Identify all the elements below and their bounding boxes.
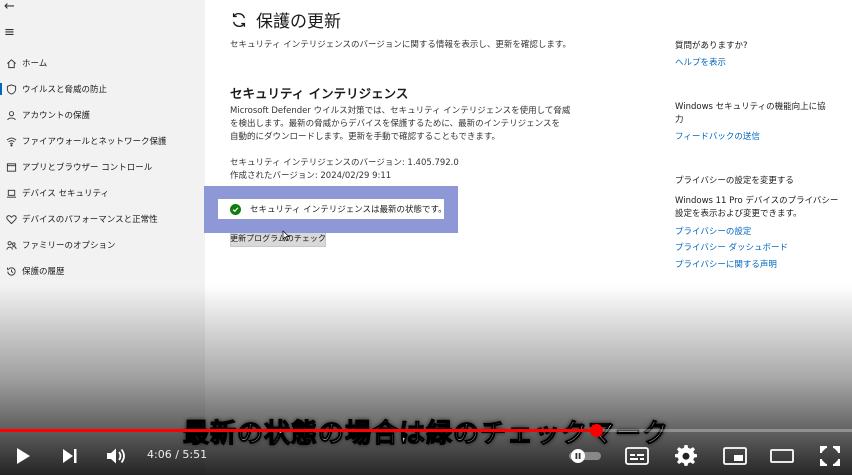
heart-icon xyxy=(0,214,22,225)
privacy-heading: プライバシーの設定を変更する xyxy=(675,176,794,186)
refresh-icon xyxy=(232,12,246,27)
subtitles-icon xyxy=(625,447,649,465)
sidebar-item-label: デバイス セキュリティ xyxy=(22,189,109,199)
improve-heading: 力 xyxy=(675,115,684,125)
miniplayer-button[interactable] xyxy=(722,444,748,468)
description-line: を検出します。最新の脅威からデバイスを保護するために、最新のインテリジェンスを xyxy=(230,119,560,129)
subtitles-button[interactable] xyxy=(624,444,650,468)
section-title: セキュリティ インテリジェンス xyxy=(230,86,409,101)
improve-heading: Windows セキュリティの機能向上に協 xyxy=(675,102,826,112)
privacy-description: Windows 11 Pro デバイスのプライバシー xyxy=(675,196,839,206)
sidebar-item-label: ファイアウォールとネットワーク保護 xyxy=(22,137,167,147)
privacy-statement-link[interactable]: プライバシーに関する声明 xyxy=(675,259,777,272)
question-heading: 質問がありますか? xyxy=(675,41,748,51)
privacy-settings-link[interactable]: プライバシーの設定 xyxy=(675,226,751,239)
menu-button[interactable]: ≡ xyxy=(4,26,15,39)
description-line: 自動的にダウンロードします。更新を手動で確認することもできます。 xyxy=(230,132,500,142)
sidebar-item-family[interactable]: ファミリーのオプション xyxy=(0,234,205,256)
sidebar-item-performance[interactable]: デバイスのパフォーマンスと正常性 xyxy=(0,208,205,230)
progress-bar[interactable] xyxy=(0,424,852,437)
sidebar-item-app-browser[interactable]: アプリとブラウザー コントロール xyxy=(0,156,205,178)
laptop-icon xyxy=(0,188,22,199)
sidebar-item-label: ファミリーのオプション xyxy=(22,241,116,251)
sidebar-item-label: ホーム xyxy=(22,59,48,69)
autoplay-toggle-icon xyxy=(569,449,601,463)
progress-played xyxy=(0,429,597,432)
privacy-description: 設定を表示および変更できます。 xyxy=(675,209,802,219)
help-link[interactable]: ヘルプを表示 xyxy=(675,57,726,70)
history-icon xyxy=(0,266,22,277)
play-icon xyxy=(17,448,30,464)
app-window-icon xyxy=(0,162,22,173)
skip-next-icon xyxy=(63,449,77,463)
shield-icon xyxy=(0,83,22,95)
sidebar-item-label: 保護の履歴 xyxy=(22,267,65,277)
sidebar-item-account[interactable]: アカウントの保護 xyxy=(0,104,205,126)
check-circle-icon xyxy=(230,203,241,215)
time-display: 4:06 / 5:51 xyxy=(147,448,208,461)
mouse-cursor-icon xyxy=(282,230,290,241)
page-title-text: 保護の更新 xyxy=(256,12,341,32)
miniplayer-icon xyxy=(723,447,747,465)
person-icon xyxy=(0,110,22,121)
video-frame: ← ≡ ホーム ウイルスと脅威の防止 アカウントの保護 ファイアウォールとネット… xyxy=(0,0,852,475)
status-text: セキュリティ インテリジェンスは最新の状態です。 xyxy=(250,205,447,215)
volume-button[interactable] xyxy=(104,444,130,468)
status-highlight: セキュリティ インテリジェンスは最新の状態です。 xyxy=(204,186,458,233)
sidebar-item-label: ウイルスと脅威の防止 xyxy=(22,85,108,95)
page-subtitle: セキュリティ インテリジェンスのバージョンに関する情報を表示し、更新を確認します… xyxy=(230,40,572,50)
play-button[interactable] xyxy=(12,444,34,468)
fullscreen-icon xyxy=(820,446,840,466)
sidebar-item-history[interactable]: 保護の履歴 xyxy=(0,260,205,282)
sidebar-item-home[interactable]: ホーム xyxy=(0,52,205,74)
sidebar-item-label: デバイスのパフォーマンスと正常性 xyxy=(22,215,158,225)
page-title: 保護の更新 xyxy=(230,7,341,32)
version-text: セキュリティ インテリジェンスのバージョン: 1.405.792.0 xyxy=(230,158,459,168)
theater-mode-button[interactable] xyxy=(769,444,795,468)
privacy-dashboard-link[interactable]: プライバシー ダッシュボード xyxy=(675,242,788,255)
settings-button[interactable] xyxy=(673,444,699,468)
feedback-link[interactable]: フィードバックの送信 xyxy=(675,131,760,144)
status-message: セキュリティ インテリジェンスは最新の状態です。 xyxy=(218,199,447,219)
description-line: Microsoft Defender ウイルス対策では、セキュリティ インテリジ… xyxy=(230,106,571,116)
wifi-icon xyxy=(0,136,22,147)
gear-icon xyxy=(675,445,697,466)
theater-mode-icon xyxy=(770,449,794,463)
home-icon xyxy=(0,58,22,69)
volume-icon xyxy=(107,448,125,464)
sidebar-item-label: アプリとブラウザー コントロール xyxy=(22,163,153,173)
sidebar-item-label: アカウントの保護 xyxy=(22,111,91,121)
fullscreen-button[interactable] xyxy=(818,444,842,468)
family-icon xyxy=(0,240,22,251)
next-button[interactable] xyxy=(58,444,82,468)
sidebar-item-firewall[interactable]: ファイアウォールとネットワーク保護 xyxy=(0,130,205,152)
created-version-text: 作成されたバージョン: 2024/02/29 9:11 xyxy=(230,171,392,181)
autoplay-toggle[interactable] xyxy=(568,444,602,468)
sidebar-item-virus-protection[interactable]: ウイルスと脅威の防止 xyxy=(0,78,205,100)
sidebar-item-device-security[interactable]: デバイス セキュリティ xyxy=(0,182,205,204)
back-button[interactable]: ← xyxy=(4,0,15,13)
